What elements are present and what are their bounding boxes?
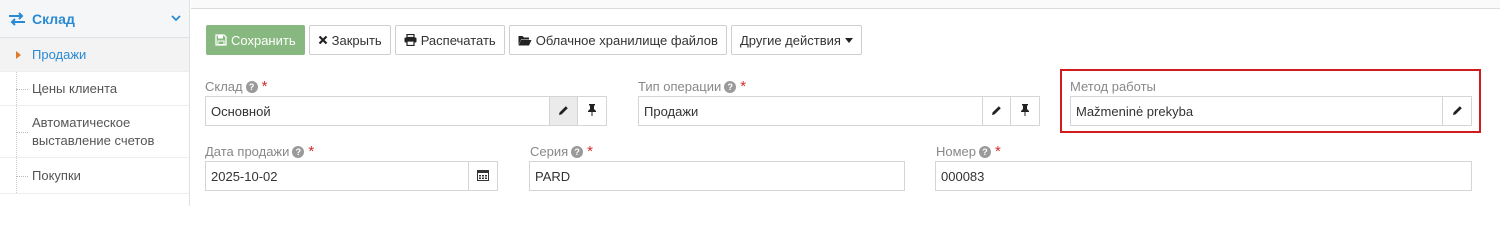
sale-date-field[interactable]: 2025-10-02 [205,161,469,191]
pencil-icon [1452,104,1463,119]
save-button-label: Сохранить [231,32,296,48]
sidebar-item-sales[interactable]: Продажи [0,38,189,72]
floppy-disk-icon [215,34,227,46]
warehouse-value: Основной [211,103,271,119]
cloud-storage-button-label: Облачное хранилище файлов [535,32,718,48]
print-button-label: Распечатать [420,32,496,48]
operation-type-edit-button[interactable] [982,96,1011,126]
close-button[interactable]: Закрыть [308,25,391,55]
help-icon[interactable]: ? [979,145,992,158]
work-method-edit-button[interactable] [1442,96,1472,126]
required-marker: * [308,143,315,160]
printer-icon [404,34,417,46]
warehouse-field[interactable]: Основной [205,96,550,126]
help-icon[interactable]: ? [571,145,584,158]
sale-date-value: 2025-10-02 [211,168,278,184]
pin-icon [1020,103,1030,119]
number-label-text: Номер [936,144,977,159]
sidebar: Склад Продажи Цены клиента Автоматическо… [0,0,190,206]
series-label: Серия ? * [530,144,593,159]
number-label: Номер ? * [936,144,1001,159]
warehouse-label-text: Склад [205,79,243,94]
sale-date-label-text: Дата продажи [205,144,290,159]
warehouse-edit-button[interactable] [549,96,578,126]
required-marker: * [995,143,1001,160]
operation-type-label: Тип операции ? * [638,79,746,94]
help-icon[interactable]: ? [245,80,258,93]
sidebar-item-label: Цены клиента [32,81,118,96]
number-value: 000083 [941,168,985,184]
close-icon [318,35,328,45]
sidebar-item-purchases[interactable]: Покупки [0,158,189,194]
sidebar-item-client-prices[interactable]: Цены клиента [0,72,189,106]
pencil-icon [558,104,569,119]
sidebar-section-warehouse[interactable]: Склад [0,0,189,38]
required-marker: * [261,78,268,95]
work-method-field[interactable]: Mažmeninė prekyba [1070,96,1443,126]
help-icon[interactable]: ? [724,80,737,93]
help-icon[interactable]: ? [292,145,305,158]
other-actions-label: Другие действия [739,32,841,48]
warehouse-pin-button[interactable] [577,96,607,126]
work-method-label-text: Метод работы [1070,79,1156,94]
cloud-storage-button[interactable]: Облачное хранилище файлов [508,25,727,55]
sidebar-section-title: Склад [32,10,75,27]
operation-type-field[interactable]: Продажи [638,96,983,126]
pencil-icon [991,104,1002,119]
pin-icon [587,103,597,119]
close-button-label: Закрыть [331,32,382,48]
other-actions-dropdown[interactable]: Другие действия [730,25,862,55]
calendar-button[interactable] [468,161,498,191]
caret-right-icon [16,50,21,59]
sidebar-item-label: Покупки [32,168,81,183]
sale-date-label: Дата продажи ? * [205,144,314,159]
operation-type-value: Продажи [644,103,699,119]
series-label-text: Серия [530,144,569,159]
sidebar-item-label: Продажи [32,47,87,62]
required-marker: * [740,78,747,95]
save-button[interactable]: Сохранить [206,25,305,55]
series-field[interactable]: PARD [529,161,905,191]
warehouse-label: Склад ? * [205,79,267,94]
series-value: PARD [535,168,571,184]
sidebar-item-label: Автоматическое выставление счетов [32,114,155,148]
work-method-value: Mažmeninė prekyba [1076,103,1194,119]
exchange-icon [8,11,26,26]
operation-type-pin-button[interactable] [1010,96,1040,126]
toolbar: Сохранить Закрыть Распечатать Облачное х… [206,25,862,55]
work-method-label: Метод работы [1070,79,1156,94]
caret-down-icon [844,35,853,45]
required-marker: * [587,143,593,160]
sidebar-item-auto-invoicing[interactable]: Автоматическое выставление счетов [0,106,189,158]
print-button[interactable]: Распечатать [394,25,505,55]
calendar-icon [477,169,489,184]
top-divider [191,0,1500,9]
number-field[interactable]: 000083 [935,161,1472,191]
operation-type-label-text: Тип операции [638,79,722,94]
folder-open-icon [518,35,532,46]
chevron-down-icon[interactable] [171,13,181,25]
